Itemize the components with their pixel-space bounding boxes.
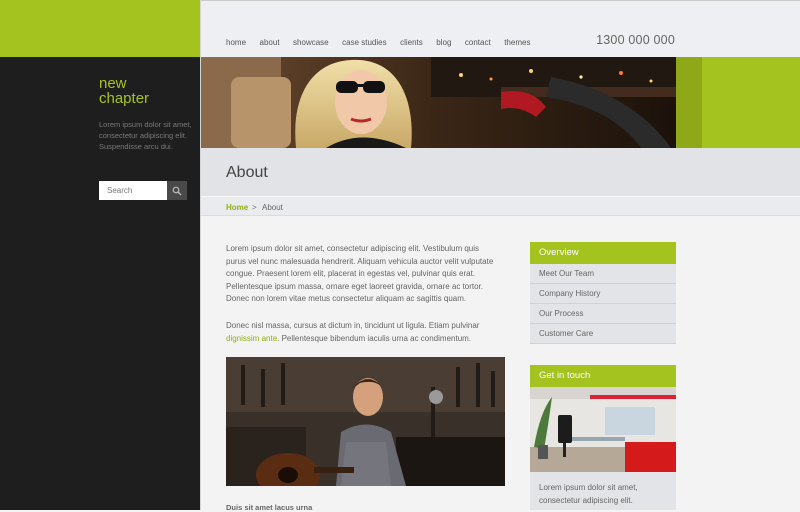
nav-blog[interactable]: blog <box>436 38 451 47</box>
nav-about[interactable]: about <box>260 38 280 47</box>
search-input[interactable] <box>99 181 167 200</box>
paragraph-text-before: Donec nisl massa, cursus at dictum in, t… <box>226 321 480 330</box>
overview-title: Overview <box>530 242 676 264</box>
search-icon <box>172 186 182 195</box>
overview-item-meet-our-team[interactable]: Meet Our Team <box>530 264 676 284</box>
nav-contact[interactable]: contact <box>465 38 491 47</box>
breadcrumb: Home > About <box>201 196 800 216</box>
logo-line-1: new <box>99 75 127 92</box>
office-illustration <box>530 387 676 472</box>
breadcrumb-separator: > <box>252 203 257 212</box>
hero-accent-shade <box>676 57 702 148</box>
nav-themes[interactable]: themes <box>504 38 530 47</box>
search-button[interactable] <box>167 181 187 200</box>
musician-illustration <box>226 357 505 486</box>
get-in-touch-title: Get in touch <box>530 365 676 387</box>
overview-item-customer-care[interactable]: Customer Care <box>530 324 676 344</box>
nav-case-studies[interactable]: case studies <box>342 38 386 47</box>
overview-item-our-process[interactable]: Our Process <box>530 304 676 324</box>
main-nav: home about showcase case studies clients… <box>226 38 544 47</box>
musician-photo <box>226 357 505 486</box>
get-in-touch-text: Lorem ipsum dolor sit amet, consectetur … <box>539 483 638 505</box>
office-photo <box>530 387 676 472</box>
phone-number: 1300 000 000 <box>596 33 675 47</box>
nav-showcase[interactable]: showcase <box>293 38 329 47</box>
sidebar-accent-bar <box>0 0 200 57</box>
intro-paragraph: Lorem ipsum dolor sit amet, consectetur … <box>226 244 494 304</box>
search-form <box>99 181 187 200</box>
hero-image <box>201 57 676 148</box>
site-logo[interactable]: new chapter <box>99 76 149 106</box>
section-heading: Duis sit amet lacus urna <box>226 503 313 512</box>
inline-link[interactable]: dignissim ante <box>226 334 277 343</box>
breadcrumb-current: About <box>262 203 283 212</box>
get-in-touch-box: Lorem ipsum dolor sit amet, consectetur … <box>530 472 676 510</box>
nav-home[interactable]: home <box>226 38 246 47</box>
hero-illustration <box>201 57 676 148</box>
page-title: About <box>226 164 268 181</box>
overview-list: Meet Our Team Company History Our Proces… <box>530 264 676 344</box>
header: home about showcase case studies clients… <box>201 0 800 57</box>
page-title-band: About <box>201 148 800 196</box>
sidebar-tagline: Lorem ipsum dolor sit amet, consectetur … <box>99 120 192 151</box>
nav-clients[interactable]: clients <box>400 38 423 47</box>
second-paragraph: Donec nisl massa, cursus at dictum in, t… <box>226 320 501 345</box>
paragraph-text-after: . Pellentesque bibendum iaculis urna ac … <box>277 333 472 343</box>
logo-line-2: chapter <box>99 90 150 107</box>
overview-item-company-history[interactable]: Company History <box>530 284 676 304</box>
sidebar: new chapter Lorem ipsum dolor sit amet, … <box>0 57 200 510</box>
breadcrumb-home-link[interactable]: Home <box>226 203 248 212</box>
